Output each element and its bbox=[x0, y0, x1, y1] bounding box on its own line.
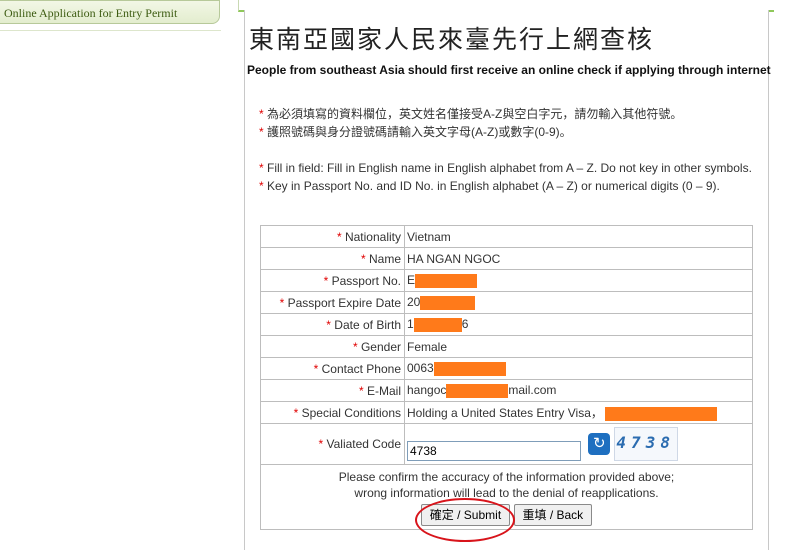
name-value: HA NGAN NGOC bbox=[404, 247, 753, 270]
note-en-2: * Key in Passport No. and ID No. in Engl… bbox=[259, 179, 720, 193]
row-nationality: * Nationality Vietnam bbox=[260, 225, 753, 248]
gender-value: Female bbox=[404, 335, 753, 358]
passport-label: * Passport No. bbox=[260, 269, 405, 292]
row-passport: * Passport No. E bbox=[260, 269, 753, 292]
sidebar-divider bbox=[0, 24, 221, 31]
row-email: * E-Mail hangoc mail.com bbox=[260, 379, 753, 402]
email-label: * E-Mail bbox=[260, 379, 405, 402]
passport-value: E bbox=[404, 269, 753, 292]
row-special: * Special Conditions Holding a United St… bbox=[260, 401, 753, 424]
dob-value: 16 bbox=[404, 313, 753, 336]
phone-label: * Contact Phone bbox=[260, 357, 405, 380]
note-zh-1: * 為必須填寫的資料欄位，英文姓名僅接受A-Z與空白字元，請勿輸入其他符號。 bbox=[259, 107, 683, 121]
redaction-mark bbox=[433, 361, 506, 376]
gender-label: * Gender bbox=[260, 335, 405, 358]
back-button[interactable]: 重填 / Back bbox=[513, 503, 593, 526]
row-name: * Name HA NGAN NGOC bbox=[260, 247, 753, 270]
phone-value: 0063 bbox=[404, 357, 753, 380]
redaction-mark bbox=[604, 406, 717, 421]
redaction-mark bbox=[420, 295, 476, 310]
row-confirm: Please confirm the accuracy of the infor… bbox=[260, 464, 753, 530]
code-label: * Valiated Code bbox=[260, 423, 405, 465]
row-expire: * Passport Expire Date 20 bbox=[260, 291, 753, 314]
email-value: hangoc mail.com bbox=[404, 379, 753, 402]
page-title-en: People from southeast Asia should first … bbox=[247, 63, 771, 77]
note-zh-2: * 護照號碼與身分證號碼請輸入英文字母(A-Z)或數字(0-9)。 bbox=[259, 125, 572, 139]
redaction-mark bbox=[413, 317, 462, 332]
code-cell: ↻ 4738 bbox=[404, 423, 753, 465]
validation-code-input[interactable] bbox=[407, 441, 581, 461]
row-code: * Valiated Code ↻ 4738 bbox=[260, 423, 753, 465]
dob-label: * Date of Birth bbox=[260, 313, 405, 336]
page-title-zh: 東南亞國家人民來臺先行上網查核 bbox=[249, 27, 655, 54]
confirm-text-2: wrong information will lead to the denia… bbox=[354, 485, 659, 500]
captcha-image: 4738 bbox=[613, 427, 678, 461]
note-en-1: * Fill in field: Fill in English name in… bbox=[259, 161, 752, 175]
application-form: * Nationality Vietnam * Name HA NGAN NGO… bbox=[260, 225, 753, 530]
special-value: Holding a United States Entry Visa， bbox=[404, 401, 753, 424]
special-label: * Special Conditions bbox=[260, 401, 405, 424]
confirm-cell: Please confirm the accuracy of the infor… bbox=[260, 464, 753, 530]
row-gender: * Gender Female bbox=[260, 335, 753, 358]
expire-label: * Passport Expire Date bbox=[260, 291, 405, 314]
expire-value: 20 bbox=[404, 291, 753, 314]
nationality-label: * Nationality bbox=[260, 225, 405, 248]
sidebar-link-entry-permit[interactable]: Online Application for Entry Permit bbox=[0, 0, 220, 24]
name-label: * Name bbox=[260, 247, 405, 270]
redaction-mark bbox=[446, 383, 509, 398]
refresh-icon[interactable]: ↻ bbox=[588, 433, 611, 455]
row-phone: * Contact Phone 0063 bbox=[260, 357, 753, 380]
redaction-mark bbox=[415, 273, 478, 288]
row-dob: * Date of Birth 16 bbox=[260, 313, 753, 336]
instructions: * 為必須填寫的資料欄位，英文姓名僅接受A-Z與空白字元，請勿輸入其他符號。 *… bbox=[259, 105, 759, 195]
submit-button[interactable]: 確定 / Submit bbox=[420, 503, 511, 526]
confirm-text-1: Please confirm the accuracy of the infor… bbox=[338, 469, 675, 484]
nationality-value: Vietnam bbox=[404, 225, 753, 248]
